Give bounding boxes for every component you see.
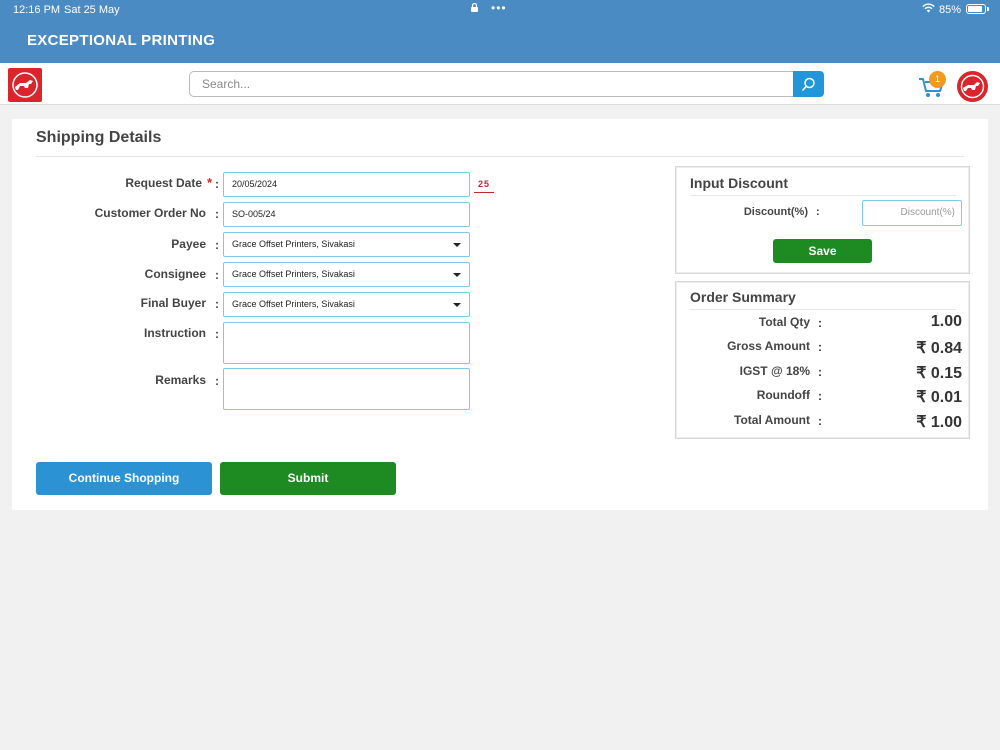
app-header: 12:16 PM Sat 25 May ••• 85% EXCEPTIONAL … xyxy=(0,0,1000,63)
continue-shopping-button[interactable]: Continue Shopping xyxy=(36,462,212,495)
input-discount-panel: Input Discount Discount(%) : Discount(%)… xyxy=(675,166,970,274)
colon: : xyxy=(215,374,219,388)
summary-label-total-qty: Total Qty xyxy=(758,315,810,329)
instruction-label: Instruction xyxy=(144,326,206,340)
colon: : xyxy=(816,206,820,218)
save-button[interactable]: Save xyxy=(773,239,872,263)
battery-tip xyxy=(987,7,989,11)
horse-logo-icon xyxy=(12,72,38,98)
summary-value-total-amount: ₹ 1.00 xyxy=(916,414,962,431)
panel-divider xyxy=(690,309,956,310)
final-buyer-select[interactable]: Grace Offset Printers, Sivakasi xyxy=(223,292,470,317)
summary-label-roundoff: Roundoff xyxy=(756,388,810,402)
summary-value-roundoff: ₹ 0.01 xyxy=(916,389,962,406)
request-date-label: Request Date xyxy=(125,176,202,190)
summary-label-total-amount: Total Amount xyxy=(734,413,810,427)
colon: : xyxy=(818,414,822,428)
horse-avatar-icon xyxy=(960,74,985,99)
colon: : xyxy=(818,340,822,354)
customer-order-no-label: Customer Order No xyxy=(94,206,206,220)
colon: : xyxy=(215,297,219,311)
brand-logo[interactable] xyxy=(8,68,42,102)
colon: : xyxy=(818,389,822,403)
search-button[interactable] xyxy=(793,71,824,97)
summary-label-gross-amount: Gross Amount xyxy=(727,339,810,353)
summary-value-igst: ₹ 0.15 xyxy=(916,365,962,382)
multitask-dots-icon[interactable]: ••• xyxy=(491,1,507,15)
battery-percent: 85% xyxy=(939,4,962,16)
payee-label: Payee xyxy=(171,237,206,251)
colon: : xyxy=(818,365,822,379)
remarks-textarea[interactable] xyxy=(223,368,470,410)
discount-input[interactable]: Discount(%) xyxy=(862,200,962,226)
payee-select[interactable]: Grace Offset Printers, Sivakasi xyxy=(223,232,470,257)
colon: : xyxy=(818,316,822,330)
request-date-field[interactable]: 20/05/2024 xyxy=(223,172,470,197)
input-discount-title: Input Discount xyxy=(690,175,788,191)
app-title: EXCEPTIONAL PRINTING xyxy=(27,32,216,49)
search-input[interactable] xyxy=(189,71,795,97)
page-title: Shipping Details xyxy=(36,129,162,146)
battery-icon xyxy=(966,4,986,14)
remarks-label: Remarks xyxy=(155,373,206,387)
colon: : xyxy=(215,238,219,252)
order-summary-panel: Order Summary Total Qty : 1.00 Gross Amo… xyxy=(675,281,970,439)
customer-order-no-field[interactable]: SO-005/24 xyxy=(223,202,470,227)
colon: : xyxy=(215,207,219,221)
chevron-down-icon xyxy=(453,303,461,307)
title-divider xyxy=(36,156,964,157)
chevron-down-icon xyxy=(453,243,461,247)
colon: : xyxy=(215,268,219,282)
payee-selected-value: Grace Offset Printers, Sivakasi xyxy=(232,239,355,249)
summary-label-igst: IGST @ 18% xyxy=(739,364,810,378)
panel-divider xyxy=(690,195,956,196)
summary-value-gross-amount: ₹ 0.84 xyxy=(916,340,962,357)
shipping-details-card: Shipping Details Request Date * : 20/05/… xyxy=(12,119,988,510)
discount-label: Discount(%) xyxy=(743,206,808,218)
wifi-icon xyxy=(922,3,935,13)
summary-value-total-qty: 1.00 xyxy=(930,313,962,330)
calendar-icon[interactable]: 25 xyxy=(474,176,494,193)
consignee-selected-value: Grace Offset Printers, Sivakasi xyxy=(232,269,355,279)
submit-button[interactable]: Submit xyxy=(220,462,396,495)
avatar[interactable] xyxy=(957,71,988,102)
status-time: 12:16 PM xyxy=(13,4,61,16)
cart-count-badge: 1 xyxy=(929,71,946,88)
final-buyer-selected-value: Grace Offset Printers, Sivakasi xyxy=(232,299,355,309)
order-summary-title: Order Summary xyxy=(690,289,796,305)
required-mark: * xyxy=(207,175,213,190)
status-date: Sat 25 May xyxy=(64,4,120,16)
lock-icon xyxy=(471,3,478,12)
instruction-textarea[interactable] xyxy=(223,322,470,364)
consignee-select[interactable]: Grace Offset Printers, Sivakasi xyxy=(223,262,470,287)
search-bar-row: 1 xyxy=(0,63,1000,105)
final-buyer-label: Final Buyer xyxy=(140,296,206,310)
consignee-label: Consignee xyxy=(144,267,206,281)
chevron-down-icon xyxy=(453,273,461,277)
colon: : xyxy=(215,327,219,341)
search-icon xyxy=(801,77,815,92)
colon: : xyxy=(215,177,219,191)
